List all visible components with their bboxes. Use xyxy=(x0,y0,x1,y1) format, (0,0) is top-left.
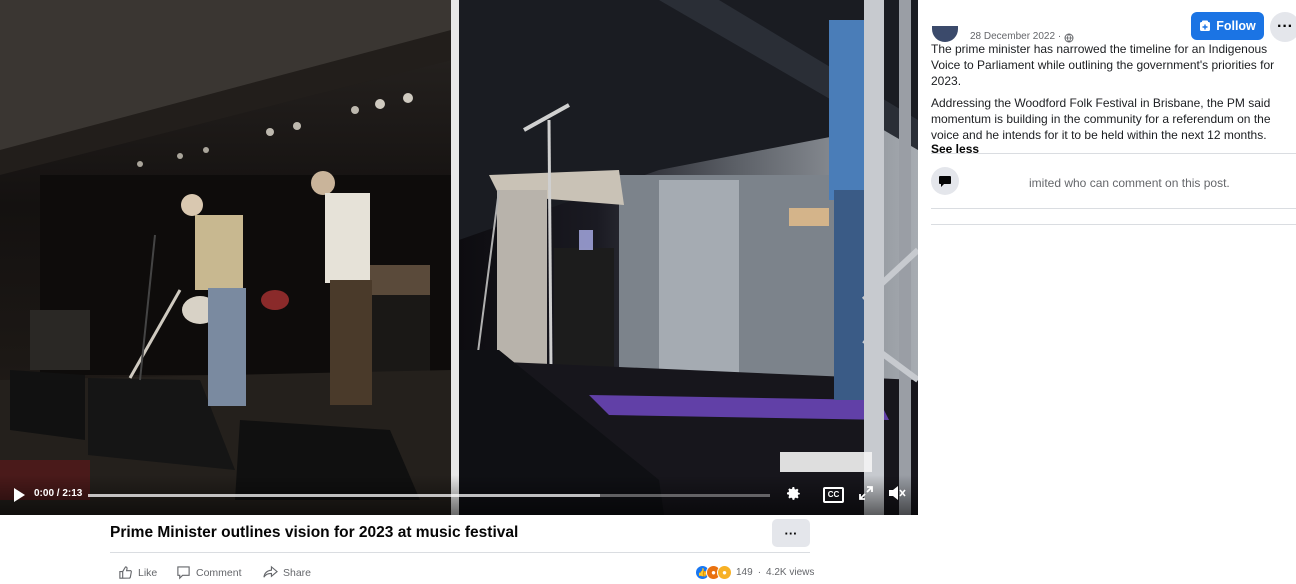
stage-scene-left xyxy=(0,0,451,515)
comment-bubble-icon xyxy=(939,176,951,187)
post-paragraph-1: The prime minister has narrowed the time… xyxy=(931,42,1275,88)
play-icon[interactable] xyxy=(12,487,26,503)
video-more-options-button[interactable]: ··· xyxy=(772,519,810,547)
avatar[interactable] xyxy=(932,26,958,42)
more-options-button[interactable]: ··· xyxy=(1270,12,1296,42)
like-label: Like xyxy=(138,566,158,579)
stage-scene-right xyxy=(459,0,918,515)
video-title: Prime Minister outlines vision for 2023 … xyxy=(110,524,519,541)
view-count: 4.2K views xyxy=(766,567,815,578)
follow-page-icon xyxy=(1200,20,1211,31)
share-icon xyxy=(263,565,278,578)
divider xyxy=(931,208,1296,209)
comment-restriction-text: imited who can comment on this post. xyxy=(1029,176,1230,190)
video-controls: 0:00 / 2:13 CC xyxy=(0,475,918,515)
fullscreen-icon[interactable] xyxy=(858,485,874,501)
post-sidebar: 28 December 2022 · Follow ··· The prime … xyxy=(918,0,1296,584)
like-button[interactable]: Like xyxy=(118,565,157,580)
video-player[interactable]: 0:00 / 2:13 CC xyxy=(0,0,918,515)
comment-restriction-badge xyxy=(931,167,959,195)
comment-icon xyxy=(177,566,190,580)
thumbs-up-icon xyxy=(119,566,132,579)
divider xyxy=(931,153,1296,154)
post-paragraph-2: Addressing the Woodford Folk Festival in… xyxy=(931,96,1271,142)
follow-label: Follow xyxy=(1216,19,1256,33)
dot-separator: · xyxy=(757,567,762,578)
volume-muted-icon[interactable] xyxy=(888,485,906,501)
share-button[interactable]: Share xyxy=(263,565,311,580)
captions-button[interactable]: CC xyxy=(823,487,844,503)
divider xyxy=(110,552,810,553)
reaction-count: 149 xyxy=(736,567,753,578)
gear-icon[interactable] xyxy=(784,484,802,502)
split-divider xyxy=(451,0,459,515)
time-label: 0:00 / 2:13 xyxy=(34,488,83,499)
comment-button[interactable]: Comment xyxy=(176,565,242,580)
progress-buffer xyxy=(88,494,600,497)
comment-label: Comment xyxy=(196,566,242,579)
share-label: Share xyxy=(283,566,312,579)
follow-button[interactable]: Follow xyxy=(1191,12,1264,40)
divider xyxy=(931,224,1296,225)
progress-bar[interactable] xyxy=(88,494,770,497)
blurred-watermark xyxy=(780,452,872,472)
video-frame-right xyxy=(459,0,918,515)
video-frame-left xyxy=(0,0,451,515)
haha-reaction-icon: ● xyxy=(717,565,732,580)
reaction-summary[interactable]: 👍 ● ● 149 · 4.2K views xyxy=(695,565,814,580)
